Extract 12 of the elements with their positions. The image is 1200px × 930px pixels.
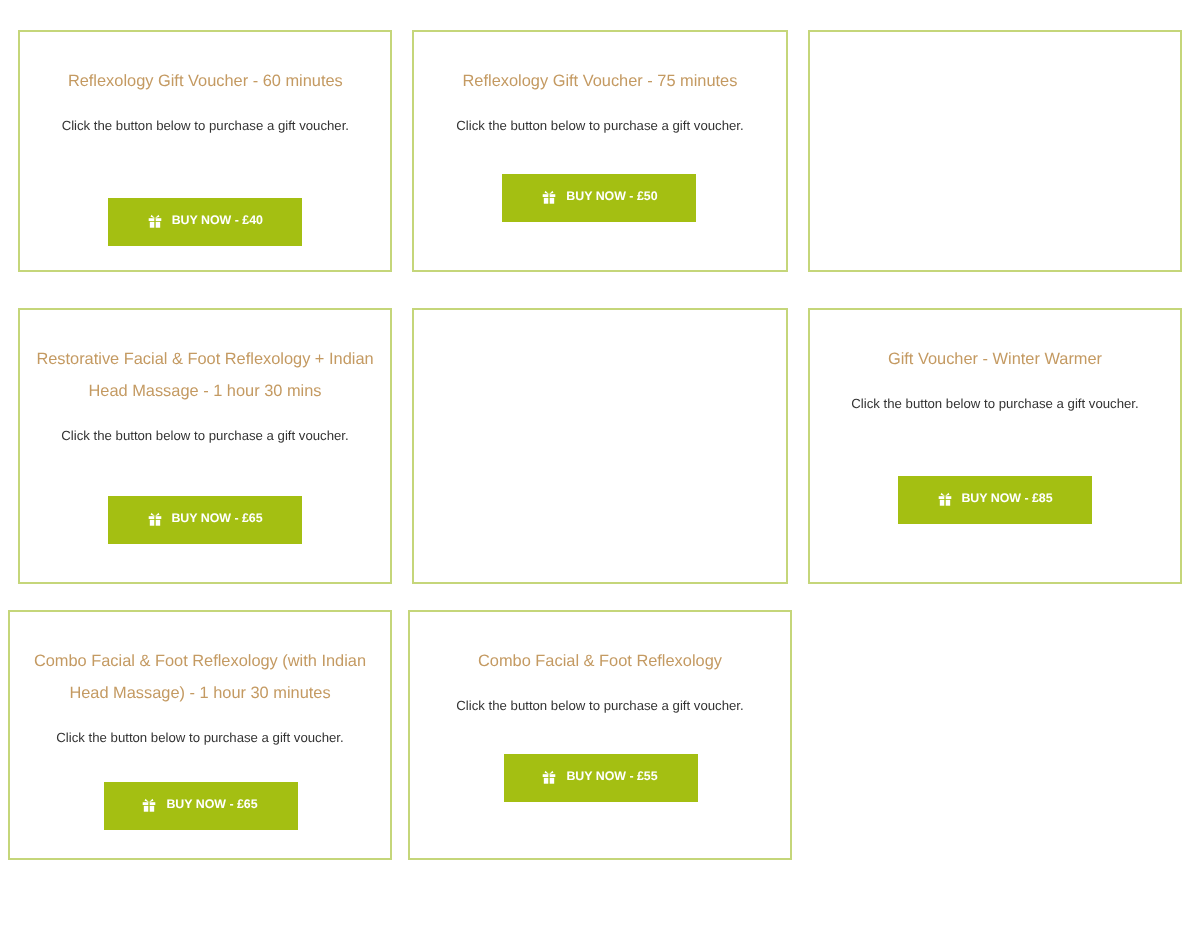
gift-icon [142,798,157,813]
voucher-title: Combo Facial & Foot Reflexology (with Indian Head Massage) - 1 hour 30 minutes [31,650,369,706]
gift-icon [542,190,557,205]
voucher-title: Combo Facial & Foot Reflexology [478,650,722,674]
gift-icon [147,512,162,527]
gift-icon [542,770,557,785]
voucher-title: Reflexology Gift Voucher - 75 minutes [462,70,738,94]
voucher-title: Gift Voucher - Winter Warmer [887,348,1103,372]
gift-icon [937,492,952,507]
voucher-title: Reflexology Gift Voucher - 60 minutes [67,70,343,94]
voucher-title: Restorative Facial & Foot Reflexology + Indian Head Massage - 1 hour 30 mins [34,348,376,404]
gift-icon [147,214,162,229]
